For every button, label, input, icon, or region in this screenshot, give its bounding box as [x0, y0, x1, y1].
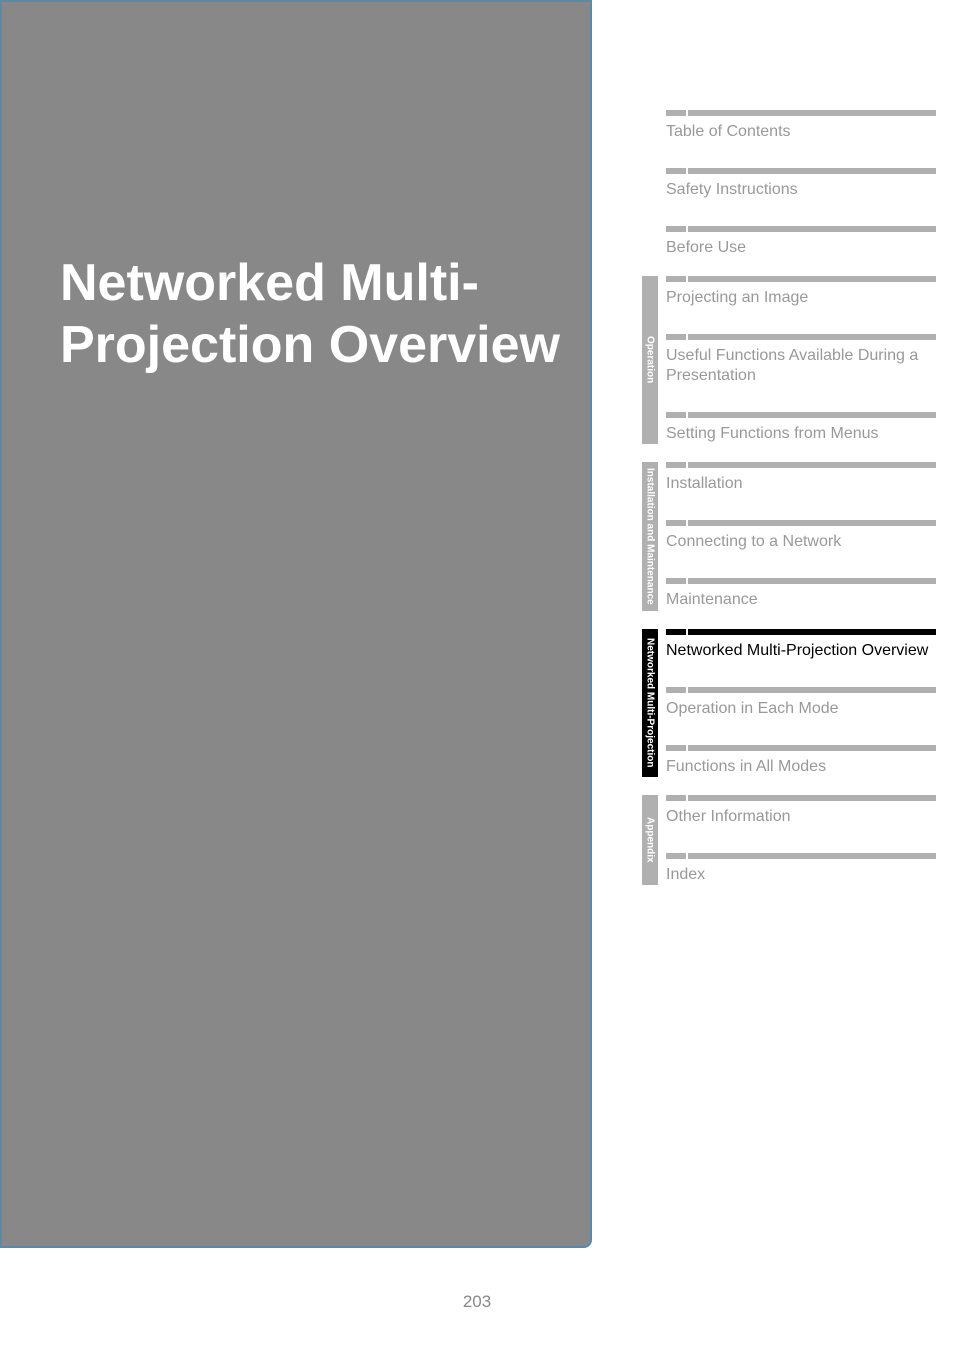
nav-label: Safety Instructions	[666, 180, 936, 200]
nav-item-toc[interactable]: Table of Contents	[666, 110, 936, 142]
bar-short	[666, 629, 686, 635]
nav-item-installation[interactable]: Installation	[666, 462, 936, 494]
nav-bar	[666, 412, 936, 418]
bar-short	[666, 276, 686, 282]
bar-long	[688, 853, 936, 859]
nav-item-setting-functions[interactable]: Setting Functions from Menus	[666, 412, 936, 444]
page-container: Networked Multi-Projection Overview Tabl…	[0, 0, 954, 1248]
nav-label: Operation in Each Mode	[666, 699, 936, 719]
nav-label: Useful Functions Available During a Pres…	[666, 346, 936, 386]
nav-items: Other Information Index	[666, 795, 936, 885]
bar-long	[688, 226, 936, 232]
section-appendix: Appendix Other Information Index	[642, 795, 936, 885]
nav-label: Functions in All Modes	[666, 757, 936, 777]
section-operation: Operation Projecting an Image Useful Fun…	[642, 276, 936, 444]
bar-short	[666, 168, 686, 174]
nav-bar	[666, 520, 936, 526]
bar-long	[688, 168, 936, 174]
nav-items: Networked Multi-Projection Overview Oper…	[666, 629, 936, 777]
bar-long	[688, 578, 936, 584]
bar-short	[666, 578, 686, 584]
nav-sidebar: Table of Contents Safety Instructions Be…	[592, 0, 954, 1248]
bar-long	[688, 110, 936, 116]
bar-short	[666, 745, 686, 751]
bar-long	[688, 687, 936, 693]
bar-long	[688, 462, 936, 468]
bar-long	[688, 334, 936, 340]
nav-item-functions-all[interactable]: Functions in All Modes	[666, 745, 936, 777]
nav-label: Maintenance	[666, 590, 936, 610]
nav-bar	[666, 226, 936, 232]
nav-item-safety[interactable]: Safety Instructions	[666, 168, 936, 200]
nav-items: Projecting an Image Useful Functions Ava…	[666, 276, 936, 444]
bar-long	[688, 276, 936, 282]
bar-short	[666, 795, 686, 801]
nav-item-before-use[interactable]: Before Use	[666, 226, 936, 258]
top-nav-items: Table of Contents Safety Instructions Be…	[666, 110, 936, 258]
bar-long	[688, 412, 936, 418]
nav-label: Networked Multi-Projection Overview	[666, 641, 936, 661]
bar-short	[666, 687, 686, 693]
nav-item-useful-functions[interactable]: Useful Functions Available During a Pres…	[666, 334, 936, 386]
section-tab-operation[interactable]: Operation	[642, 276, 658, 444]
nav-label: Index	[666, 865, 936, 885]
bar-short	[666, 520, 686, 526]
tab-spacer	[642, 110, 666, 258]
bar-long	[688, 795, 936, 801]
chapter-title-panel: Networked Multi-Projection Overview	[0, 0, 592, 1248]
section-tab-networked[interactable]: Networked Multi-Projection	[642, 629, 658, 777]
nav-bar	[666, 168, 936, 174]
top-nav-section: Table of Contents Safety Instructions Be…	[642, 110, 936, 258]
nav-bar	[666, 462, 936, 468]
section-tab-appendix[interactable]: Appendix	[642, 795, 658, 885]
page-number: 203	[0, 1292, 954, 1312]
section-installation: Installation and Maintenance Installatio…	[642, 462, 936, 611]
nav-bar	[666, 745, 936, 751]
bar-short	[666, 334, 686, 340]
nav-label: Before Use	[666, 238, 936, 258]
bar-short	[666, 462, 686, 468]
nav-item-connecting[interactable]: Connecting to a Network	[666, 520, 936, 552]
bar-long	[688, 745, 936, 751]
bar-short	[666, 110, 686, 116]
nav-item-projecting[interactable]: Projecting an Image	[666, 276, 936, 308]
bar-long	[688, 520, 936, 526]
nav-label: Connecting to a Network	[666, 532, 936, 552]
section-tab-installation[interactable]: Installation and Maintenance	[642, 462, 658, 611]
nav-item-other-info[interactable]: Other Information	[666, 795, 936, 827]
nav-bar	[666, 110, 936, 116]
bar-short	[666, 226, 686, 232]
nav-item-maintenance[interactable]: Maintenance	[666, 578, 936, 610]
nav-label: Setting Functions from Menus	[666, 424, 936, 444]
nav-bar	[666, 629, 936, 635]
nav-item-operation-mode[interactable]: Operation in Each Mode	[666, 687, 936, 719]
nav-item-index[interactable]: Index	[666, 853, 936, 885]
nav-label: Table of Contents	[666, 122, 936, 142]
nav-items: Installation Connecting to a Network Mai…	[666, 462, 936, 611]
nav-label: Other Information	[666, 807, 936, 827]
nav-bar	[666, 276, 936, 282]
nav-bar	[666, 578, 936, 584]
nav-bar	[666, 334, 936, 340]
bar-long	[688, 629, 936, 635]
nav-label: Installation	[666, 474, 936, 494]
nav-bar	[666, 853, 936, 859]
bar-short	[666, 853, 686, 859]
nav-label: Projecting an Image	[666, 288, 936, 308]
nav-bar	[666, 795, 936, 801]
chapter-title: Networked Multi-Projection Overview	[60, 252, 590, 377]
nav-item-nmp-overview[interactable]: Networked Multi-Projection Overview	[666, 629, 936, 661]
section-networked: Networked Multi-Projection Networked Mul…	[642, 629, 936, 777]
nav-bar	[666, 687, 936, 693]
bar-short	[666, 412, 686, 418]
